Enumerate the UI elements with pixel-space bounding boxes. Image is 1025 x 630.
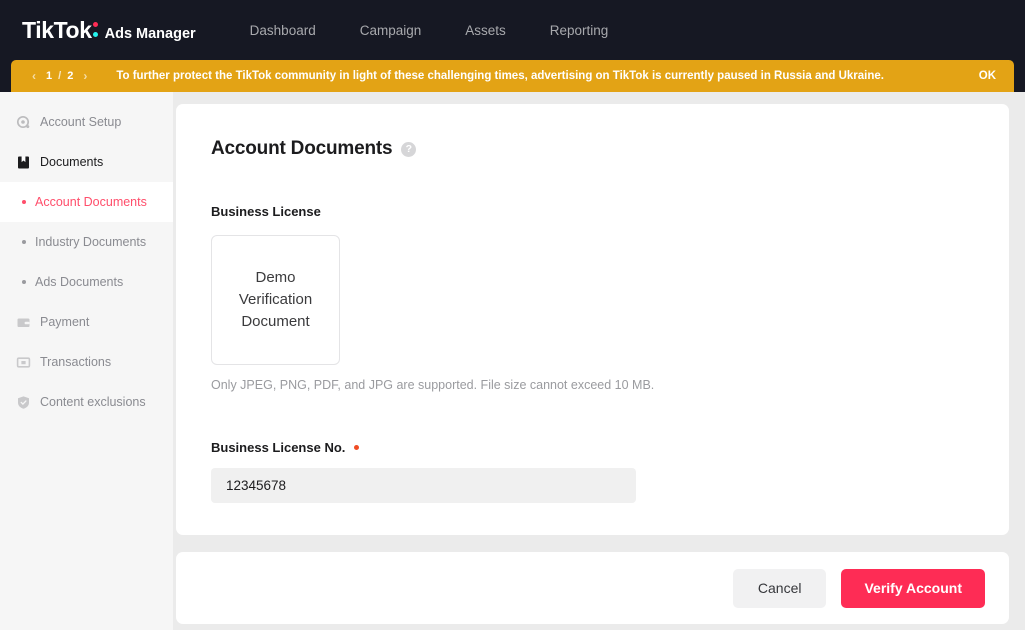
sidebar-label-documents: Documents [40,155,104,169]
nav-item-campaign[interactable]: Campaign [338,17,444,44]
banner-ok-button[interactable]: OK [979,70,996,82]
nav-item-assets[interactable]: Assets [443,17,528,44]
bullet-icon [22,240,26,244]
verify-account-button[interactable]: Verify Account [841,568,985,608]
document-preview-text: Demo Verification Document [238,269,313,330]
brand-logo[interactable]: TikTok Ads Manager [22,17,196,44]
business-license-no-input[interactable] [211,468,636,503]
bullet-icon [22,200,26,204]
documents-icon [16,155,31,170]
tiktok-wordmark: TikTok [22,16,92,43]
account-setup-icon [16,115,31,130]
sidebar-item-payment[interactable]: Payment [0,302,173,342]
banner-page-current: 1 [46,70,53,82]
banner-page-separator: / [58,70,62,82]
sidebar-label-industry-documents: Industry Documents [35,235,147,249]
notification-banner: ‹ 1 / 2 › To further protect the TikTok … [11,60,1014,92]
account-documents-card: Account Documents ? Business License Dem… [176,104,1009,535]
top-nav-items: Dashboard Campaign Assets Reporting [228,17,631,44]
top-navigation-bar: TikTok Ads Manager Dashboard Campaign As… [0,0,1025,60]
page-body: Account Setup Documents Account Document… [0,92,1025,630]
tiktok-colon-icon [92,21,100,38]
page-title: Account Documents [211,138,393,159]
banner-page-total: 2 [67,70,74,82]
help-icon[interactable]: ? [401,141,417,157]
page-title-row: Account Documents ? [211,138,1009,160]
sidebar-label-payment: Payment [40,315,90,329]
sidebar: Account Setup Documents Account Document… [0,92,173,630]
bullet-icon [22,280,26,284]
banner-next-icon[interactable]: › [76,69,94,83]
sidebar-subitem-industry-documents[interactable]: Industry Documents [0,222,173,262]
sidebar-subitem-account-documents[interactable]: Account Documents [0,182,173,222]
sidebar-item-transactions[interactable]: Transactions [0,342,173,382]
product-name: Ads Manager [104,25,196,42]
form-footer-card: Cancel Verify Account [176,552,1009,624]
transactions-icon [16,355,31,370]
content-area: Account Documents ? Business License Dem… [173,92,1025,630]
nav-item-dashboard[interactable]: Dashboard [228,17,338,44]
notification-banner-wrapper: ‹ 1 / 2 › To further protect the TikTok … [0,60,1025,92]
sidebar-item-content-exclusions[interactable]: Content exclusions [0,382,173,422]
sidebar-label-ads-documents: Ads Documents [35,275,124,289]
sidebar-subitem-ads-documents[interactable]: Ads Documents [0,262,173,302]
required-marker-icon [354,445,360,450]
business-license-label-text: Business License [211,204,321,219]
business-license-no-label: Business License No. [211,440,1009,455]
banner-message: To further protect the TikTok community … [116,70,884,82]
sidebar-label-account-setup: Account Setup [40,115,122,129]
sidebar-label-content-exclusions: Content exclusions [40,395,146,409]
business-license-no-label-text: Business License No. [211,440,346,455]
upload-hint-text: Only JPEG, PNG, PDF, and JPG are support… [211,378,655,392]
business-license-label: Business License [211,204,1009,219]
sidebar-label-account-documents: Account Documents [35,195,147,209]
sidebar-item-documents[interactable]: Documents [0,142,173,182]
sidebar-label-transactions: Transactions [40,355,112,369]
banner-prev-icon[interactable]: ‹ [25,69,43,83]
sidebar-item-account-setup[interactable]: Account Setup [0,102,173,142]
banner-pager: ‹ 1 / 2 › [25,69,94,83]
document-preview-thumbnail[interactable]: Demo Verification Document [211,235,340,365]
payment-icon [16,315,31,330]
content-exclusions-icon [16,395,31,410]
cancel-button[interactable]: Cancel [732,568,827,608]
nav-item-reporting[interactable]: Reporting [528,17,631,44]
